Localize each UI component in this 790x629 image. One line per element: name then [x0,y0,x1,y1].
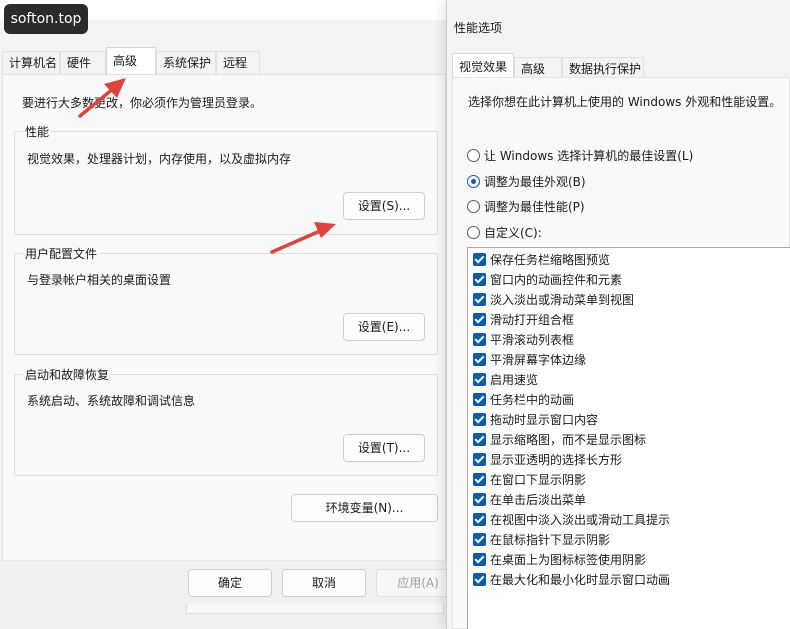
effect-checkbox-item[interactable]: 平滑屏幕字体边缘 [473,350,586,370]
checkbox-checked-icon [473,353,486,366]
effect-label: 平滑滚动列表框 [490,333,575,347]
radio-unchecked-icon [467,149,480,162]
effect-checkbox-item[interactable]: 显示亚透明的选择长方形 [473,450,622,470]
startup-recovery-description: 系统启动、系统故障和调试信息 [27,394,196,408]
performance-group-title: 性能 [23,123,52,140]
checkbox-checked-icon [473,533,486,546]
footer-edge [186,604,444,614]
radio-custom[interactable]: 自定义(C): [467,224,542,242]
effect-checkbox-item[interactable]: 滑动打开组合框 [473,310,574,330]
radio-label: 调整为最佳外观(B) [484,175,586,189]
effect-checkbox-item[interactable]: 平滑滚动列表框 [473,330,574,350]
checkbox-checked-icon [473,433,486,446]
effect-checkbox-item[interactable]: 淡入淡出或滑动菜单到视图 [473,290,634,310]
effect-checkbox-item[interactable]: 在视图中淡入淡出或滑动工具提示 [473,510,670,530]
effect-checkbox-item[interactable]: 在窗口下显示阴影 [473,470,586,490]
performance-description: 视觉效果，处理器计划，内存使用，以及虚拟内存 [27,152,292,166]
checkbox-checked-icon [473,253,486,266]
performance-group: 性能 视觉效果，处理器计划，内存使用，以及虚拟内存 设置(S)... [14,123,438,235]
effect-checkbox-item[interactable]: 启用速览 [473,370,538,390]
effect-checkbox-item[interactable]: 在最大化和最小化时显示窗口动画 [473,570,670,590]
visual-effects-description: 选择你想在此计算机上使用的 Windows 外观和性能设置。 [468,95,782,109]
startup-recovery-group-title: 启动和故障恢复 [23,366,112,383]
effect-checkbox-item[interactable]: 显示缩略图，而不是显示图标 [473,430,646,450]
checkbox-checked-icon [473,313,486,326]
effect-checkbox-item[interactable]: 窗口内的动画控件和元素 [473,270,622,290]
watermark-badge: softon.top [4,4,88,34]
user-profiles-description: 与登录帐户相关的桌面设置 [27,273,172,287]
effect-label: 在视图中淡入淡出或滑动工具提示 [490,513,671,527]
checkbox-checked-icon [473,553,486,566]
effect-checkbox-item[interactable]: 在鼠标指针下显示阴影 [473,530,610,550]
tab-computer-name[interactable]: 计算机名 [2,51,60,75]
effect-checkbox-item[interactable]: 任务栏中的动画 [473,390,574,410]
startup-recovery-group: 启动和故障恢复 系统启动、系统故障和调试信息 设置(T)... [14,366,438,476]
environment-variables-button[interactable]: 环境变量(N)... [291,494,438,522]
user-profiles-group-title: 用户配置文件 [23,245,100,262]
ok-button[interactable]: 确定 [188,569,272,597]
effect-label: 保存任务栏缩略图预览 [490,253,611,267]
cancel-button[interactable]: 取消 [282,569,366,597]
effect-checkbox-item[interactable]: 在单击后淡出菜单 [473,490,586,510]
performance-settings-button[interactable]: 设置(S)... [343,192,425,220]
admin-note: 要进行大多数更改，你必须作为管理员登录。 [22,96,263,110]
checkbox-checked-icon [473,293,486,306]
user-profiles-group: 用户配置文件 与登录帐户相关的桌面设置 设置(E)... [14,245,438,355]
effect-label: 在窗口下显示阴影 [490,473,587,487]
checkbox-checked-icon [473,273,486,286]
tab-hardware[interactable]: 硬件 [60,51,106,75]
effect-label: 任务栏中的动画 [490,393,575,407]
tab-system-protection[interactable]: 系统保护 [156,51,216,75]
effect-label: 滑动打开组合框 [490,313,575,327]
checkbox-checked-icon [473,453,486,466]
checkbox-checked-icon [473,513,486,526]
checkbox-checked-icon [473,473,486,486]
startup-recovery-settings-button[interactable]: 设置(T)... [343,434,425,462]
radio-unchecked-icon [467,226,480,239]
effect-label: 显示亚透明的选择长方形 [490,453,623,467]
effect-checkbox-item[interactable]: 拖动时显示窗口内容 [473,410,598,430]
radio-best-appearance[interactable]: 调整为最佳外观(B) [467,173,586,191]
effect-label: 窗口内的动画控件和元素 [490,273,623,287]
checkbox-checked-icon [473,333,486,346]
effect-checkbox-item[interactable]: 保存任务栏缩略图预览 [473,250,610,270]
radio-label: 让 Windows 选择计算机的最佳设置(L) [484,149,694,163]
effect-label: 显示缩略图，而不是显示图标 [490,433,647,447]
checkbox-checked-icon [473,373,486,386]
radio-checked-icon [467,175,480,188]
effect-label: 启用速览 [490,373,539,387]
checkbox-checked-icon [473,493,486,506]
tab-advanced[interactable]: 高级 [106,47,156,75]
effect-label: 在单击后淡出菜单 [490,493,587,507]
radio-unchecked-icon [467,200,480,213]
effect-label: 在鼠标指针下显示阴影 [490,533,611,547]
radio-best-performance[interactable]: 调整为最佳性能(P) [467,198,585,216]
radio-label: 自定义(C): [484,226,542,240]
effect-checkbox-item[interactable]: 在桌面上为图标标签使用阴影 [473,550,646,570]
user-profiles-settings-button[interactable]: 设置(E)... [343,313,425,341]
tab-remote[interactable]: 远程 [216,51,260,75]
effect-label: 在最大化和最小化时显示窗口动画 [490,573,671,587]
checkbox-checked-icon [473,393,486,406]
effect-label: 淡入淡出或滑动菜单到视图 [490,293,635,307]
effect-label: 平滑屏幕字体边缘 [490,353,587,367]
effect-label: 在桌面上为图标标签使用阴影 [490,553,647,567]
checkbox-checked-icon [473,413,486,426]
performance-options-title: 性能选项 [454,21,503,35]
checkbox-checked-icon [473,573,486,586]
radio-label: 调整为最佳性能(P) [484,200,585,214]
radio-let-windows-choose[interactable]: 让 Windows 选择计算机的最佳设置(L) [467,147,693,165]
effect-label: 拖动时显示窗口内容 [490,413,599,427]
